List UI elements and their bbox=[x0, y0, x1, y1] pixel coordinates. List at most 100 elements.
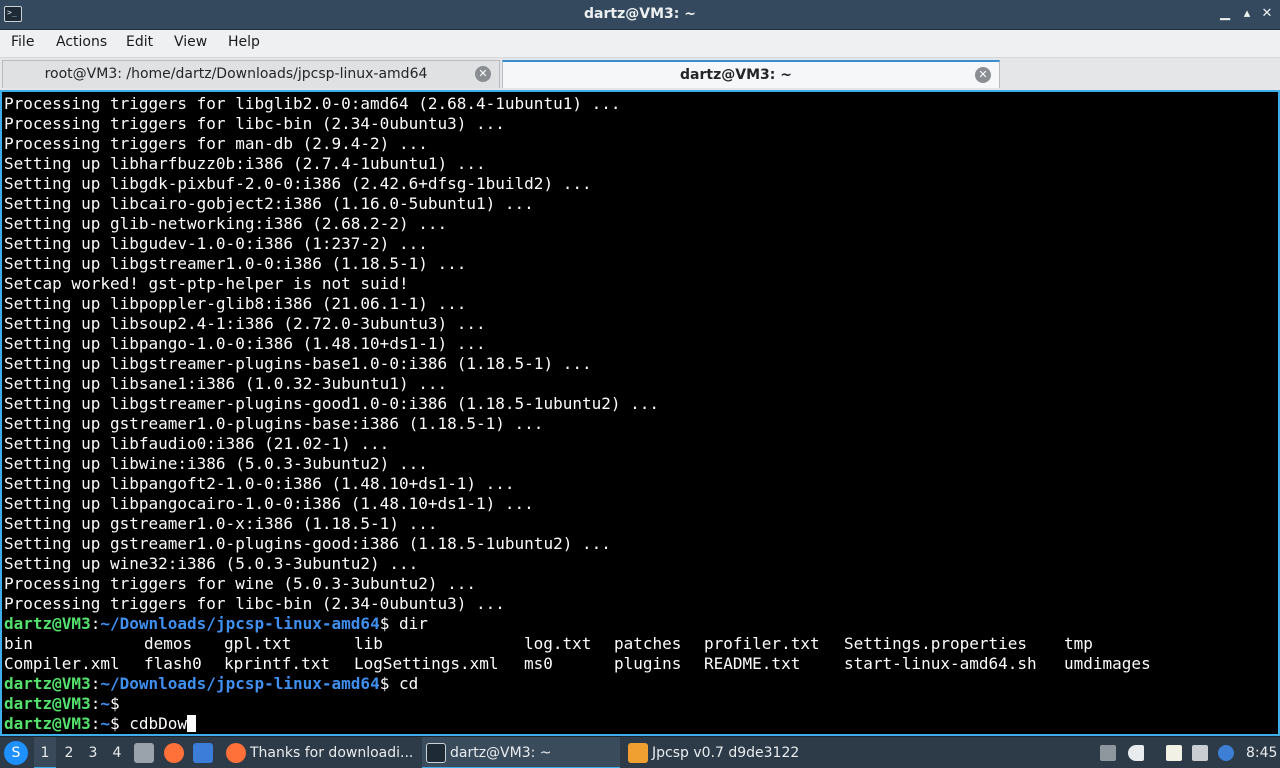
dir-entry: Settings.properties bbox=[844, 634, 1028, 653]
output-line: Setting up gstreamer1.0-x:i386 (1.18.5-1… bbox=[4, 514, 438, 533]
output-line: Setting up libharfbuzz0b:i386 (2.7.4-1ub… bbox=[4, 154, 486, 173]
output-line: Processing triggers for libc-bin (2.34-0… bbox=[4, 114, 505, 133]
menu-file[interactable]: File bbox=[10, 34, 35, 50]
workspace-3[interactable]: 3 bbox=[82, 737, 104, 768]
dir-entry: lib bbox=[354, 634, 383, 653]
output-line: Setting up libwine:i386 (5.0.3-3ubuntu2)… bbox=[4, 454, 428, 473]
command-text: cdbDow bbox=[129, 714, 188, 733]
output-line: Setting up libgdk-pixbuf-2.0-0:i386 (2.4… bbox=[4, 174, 592, 193]
prompt-line: dartz@VM3:~$ cdbDow bbox=[4, 714, 1164, 734]
notification-icon[interactable] bbox=[1218, 745, 1234, 761]
network-icon[interactable] bbox=[1192, 745, 1208, 761]
task-label: Thanks for downloadi... bbox=[250, 745, 414, 761]
output-line: Processing triggers for libglib2.0-0:amd… bbox=[4, 94, 621, 113]
task-terminal[interactable]: dartz@VM3: ~ bbox=[422, 737, 620, 768]
output-line: Setting up glib-networking:i386 (2.68.2-… bbox=[4, 214, 448, 233]
prompt-line: dartz@VM3:~/Downloads/jpcsp-linux-amd64$… bbox=[4, 674, 1164, 694]
prompt-user: dartz@VM3 bbox=[4, 714, 91, 733]
minimize-button[interactable]: ▁ bbox=[1216, 5, 1234, 23]
prompt-symbol: $ bbox=[109, 714, 130, 733]
dir-entry: patches bbox=[614, 634, 682, 653]
volume-icon[interactable] bbox=[1128, 745, 1144, 761]
output-line: Setting up libgstreamer-plugins-base1.0-… bbox=[4, 354, 592, 373]
file-manager-icon[interactable] bbox=[134, 743, 154, 763]
start-menu-button[interactable]: S bbox=[4, 741, 28, 765]
tab-label: dartz@VM3: ~ bbox=[680, 67, 792, 83]
prompt-user: dartz@VM3 bbox=[4, 614, 91, 633]
task-jpcsp[interactable]: Jpcsp v0.7 d9de3122 bbox=[624, 737, 824, 768]
output-line: Setting up gstreamer1.0-plugins-base:i38… bbox=[4, 414, 544, 433]
prompt-separator: : bbox=[90, 714, 101, 733]
tab-dartz-session[interactable]: dartz@VM3: ~ ✕ bbox=[502, 60, 1000, 88]
dir-listing-row: Compiler.xml flash0 kprintf.txt LogSettings… bbox=[4, 654, 1164, 674]
terminal-icon bbox=[426, 743, 446, 763]
prompt-path: ~ bbox=[100, 694, 110, 713]
output-line: Setting up libcairo-gobject2:i386 (1.16.… bbox=[4, 194, 534, 213]
dir-entry: LogSettings.xml bbox=[354, 654, 499, 673]
prompt-line: dartz@VM3:~$ bbox=[4, 694, 1164, 714]
task-firefox[interactable]: Thanks for downloadi... bbox=[222, 737, 418, 768]
output-line: Setting up libpango-1.0-0:i386 (1.48.10+… bbox=[4, 334, 486, 353]
workspace-2[interactable]: 2 bbox=[58, 737, 80, 768]
output-line: Setting up wine32:i386 (5.0.3-3ubuntu2) … bbox=[4, 554, 419, 573]
menu-edit[interactable]: Edit bbox=[125, 34, 154, 50]
prompt-user: dartz@VM3 bbox=[4, 694, 91, 713]
dir-entry: start-linux-amd64.sh bbox=[844, 654, 1037, 673]
output-line: Setting up libsoup2.4-1:i386 (2.72.0-3ub… bbox=[4, 314, 486, 333]
prompt-separator: : bbox=[90, 674, 101, 693]
output-line: Setting up libgudev-1.0-0:i386 (1:237-2)… bbox=[4, 234, 428, 253]
eject-icon[interactable] bbox=[1100, 745, 1116, 761]
close-button[interactable]: ✕ bbox=[1258, 5, 1276, 23]
prompt-line: dartz@VM3:~/Downloads/jpcsp-linux-amd64$… bbox=[4, 614, 1164, 634]
tab-close-icon[interactable]: ✕ bbox=[975, 67, 991, 83]
title-bar[interactable]: >_ dartz@VM3: ~ ▁ ▴ ✕ bbox=[0, 0, 1280, 30]
firefox-launcher-icon[interactable] bbox=[164, 743, 184, 763]
prompt-path: ~/Downloads/jpcsp-linux-amd64 bbox=[100, 674, 380, 693]
output-line: Setting up libpangocairo-1.0-0:i386 (1.4… bbox=[4, 494, 534, 513]
output-line: Processing triggers for wine (5.0.3-3ubu… bbox=[4, 574, 477, 593]
output-line: Processing triggers for libc-bin (2.34-0… bbox=[4, 594, 505, 613]
dir-entry: README.txt bbox=[704, 654, 801, 673]
text-cursor bbox=[187, 715, 197, 732]
prompt-path: ~/Downloads/jpcsp-linux-amd64 bbox=[100, 614, 380, 633]
dir-entry: kprintf.txt bbox=[224, 654, 330, 673]
prompt-symbol: $ bbox=[379, 674, 399, 693]
menu-help[interactable]: Help bbox=[227, 34, 261, 50]
output-line: Setting up libgstreamer1.0-0:i386 (1.18.… bbox=[4, 254, 467, 273]
desktop-icon[interactable] bbox=[193, 743, 213, 763]
workspace-4[interactable]: 4 bbox=[106, 737, 128, 768]
dir-entry: Compiler.xml bbox=[4, 654, 120, 673]
taskbar: S 1 2 3 4 Thanks for downloadi... dartz@… bbox=[0, 736, 1280, 768]
workspace-1[interactable]: 1 bbox=[34, 737, 56, 768]
firefox-icon bbox=[226, 743, 246, 763]
dir-entry: tmp bbox=[1064, 634, 1093, 653]
terminal-view[interactable]: Processing triggers for libglib2.0-0:amd… bbox=[0, 90, 1280, 736]
output-line: Setting up libpoppler-glib8:i386 (21.06.… bbox=[4, 294, 467, 313]
clipboard-icon[interactable] bbox=[1166, 745, 1182, 761]
prompt-user: dartz@VM3 bbox=[4, 674, 91, 693]
tab-close-icon[interactable]: ✕ bbox=[475, 66, 491, 82]
output-line: Setting up gstreamer1.0-plugins-good:i38… bbox=[4, 534, 611, 553]
command-text: cd bbox=[398, 674, 419, 693]
dir-entry: profiler.txt bbox=[704, 634, 820, 653]
dir-entry: demos bbox=[144, 634, 193, 653]
menu-view[interactable]: View bbox=[173, 34, 208, 50]
maximize-button[interactable]: ▴ bbox=[1238, 5, 1256, 23]
task-label: Jpcsp v0.7 d9de3122 bbox=[652, 745, 800, 761]
output-line: Setting up libgstreamer-plugins-good1.0-… bbox=[4, 394, 660, 413]
output-line: Setcap worked! gst-ptp-helper is not sui… bbox=[4, 274, 409, 293]
prompt-symbol: $ bbox=[109, 694, 130, 713]
output-line: Setting up libpangoft2-1.0-0:i386 (1.48.… bbox=[4, 474, 515, 493]
prompt-path: ~ bbox=[100, 714, 110, 733]
jpcsp-icon bbox=[628, 743, 648, 763]
tab-root-session[interactable]: root@VM3: /home/dartz/Downloads/jpcsp-li… bbox=[2, 60, 500, 88]
dir-entry: log.txt bbox=[524, 634, 592, 653]
dir-entry: gpl.txt bbox=[224, 634, 292, 653]
menu-bar: File Actions Edit View Help bbox=[0, 30, 1280, 58]
prompt-separator: : bbox=[90, 614, 101, 633]
dir-entry: bin bbox=[4, 634, 33, 653]
dir-entry: plugins bbox=[614, 654, 682, 673]
tab-label: root@VM3: /home/dartz/Downloads/jpcsp-li… bbox=[44, 66, 428, 82]
menu-actions[interactable]: Actions bbox=[55, 34, 108, 50]
clock[interactable]: 8:45 bbox=[1246, 737, 1277, 768]
